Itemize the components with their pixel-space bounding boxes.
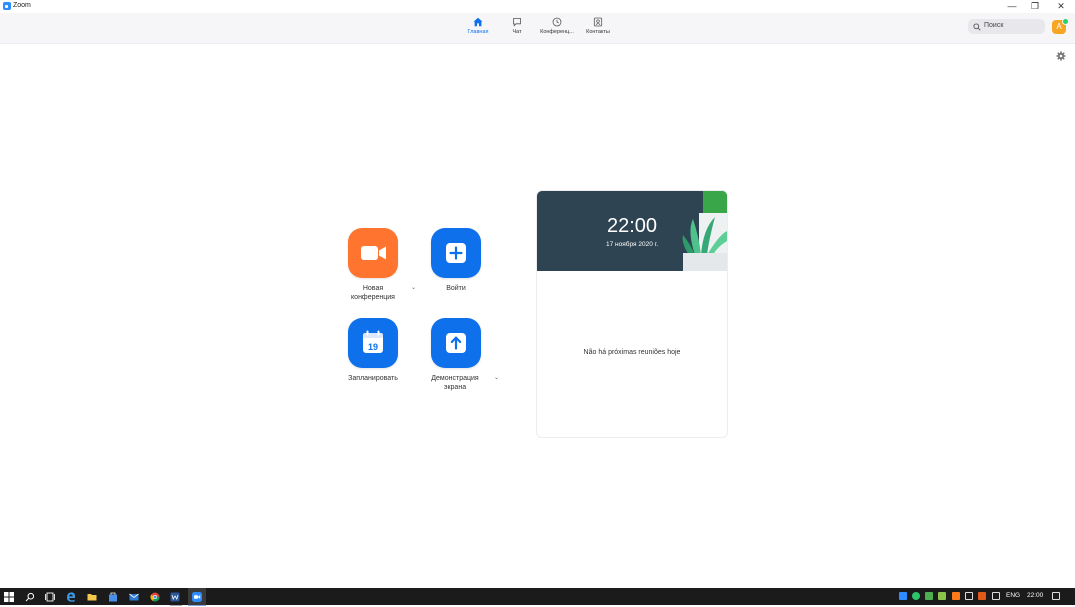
taskbar-explorer-button[interactable] xyxy=(87,588,99,605)
video-camera-icon xyxy=(361,246,386,260)
share-screen-dropdown-chevron-icon[interactable]: ⌄ xyxy=(494,374,499,381)
title-bar: Zoom — ❐ ✕ xyxy=(0,0,1075,13)
schedule-label: Запланировать xyxy=(348,375,398,382)
gear-icon xyxy=(1056,51,1066,61)
tray-clock[interactable]: 22:00 xyxy=(1027,592,1043,599)
taskbar-zoom-button[interactable] xyxy=(188,588,206,606)
tab-chat[interactable]: Чат xyxy=(507,17,527,35)
share-screen-button[interactable] xyxy=(431,318,481,368)
no-meetings-message: Não há próximas reuniões hoje xyxy=(583,349,681,356)
taskbar-chrome-button[interactable] xyxy=(150,588,162,605)
top-nav-bar: Главная Чат Конференц... Контакты Поиск … xyxy=(0,13,1075,44)
search-icon xyxy=(25,592,35,602)
upcoming-meetings-card: 22:00 17 ноября 2020 г. Não há próximas … xyxy=(536,190,728,438)
plus-icon xyxy=(446,243,466,263)
tab-meetings[interactable]: Конференц... xyxy=(536,17,578,35)
online-status-icon xyxy=(1062,18,1069,25)
start-button[interactable] xyxy=(4,588,16,605)
taskbar-edge-button[interactable] xyxy=(66,588,78,605)
tray-warning-icon[interactable] xyxy=(952,592,960,600)
word-icon xyxy=(170,592,180,602)
settings-button[interactable] xyxy=(1056,48,1066,66)
calendar-day: 19 xyxy=(368,342,378,352)
card-header: 22:00 17 ноября 2020 г. xyxy=(537,191,727,271)
chat-icon xyxy=(513,18,521,27)
new-meeting-button[interactable] xyxy=(348,228,398,278)
taskbar-store-button[interactable] xyxy=(108,588,120,605)
tab-home[interactable]: Главная xyxy=(463,17,493,35)
close-button[interactable]: ✕ xyxy=(1048,0,1074,12)
schedule-button[interactable]: 19 xyxy=(348,318,398,368)
action-center-icon[interactable] xyxy=(1052,592,1060,600)
new-meeting-dropdown-chevron-icon[interactable]: ⌄ xyxy=(411,284,416,291)
calendar-icon: 19 xyxy=(363,330,383,353)
clock-icon xyxy=(552,17,562,27)
windows-logo-icon xyxy=(4,592,14,602)
new-meeting-label: Новая конференция xyxy=(351,285,395,301)
tray-monitor-icon[interactable] xyxy=(938,592,946,600)
tray-app-icon[interactable] xyxy=(925,592,933,600)
edge-browser-icon xyxy=(67,592,76,602)
current-date: 17 ноября 2020 г. xyxy=(606,241,658,248)
zoom-app-icon xyxy=(192,592,202,602)
home-icon xyxy=(473,17,483,27)
tray-shield-icon[interactable] xyxy=(912,592,920,600)
search-icon xyxy=(973,22,981,31)
tray-language[interactable]: ENG xyxy=(1006,592,1020,599)
zoom-logo-icon xyxy=(3,2,11,10)
restore-button[interactable]: ❐ xyxy=(1022,0,1048,12)
share-screen-label: Демонстрация экрана xyxy=(431,375,479,391)
taskbar-search-button[interactable] xyxy=(25,588,37,605)
tab-contacts[interactable]: Контакты xyxy=(583,17,613,35)
task-view-button[interactable] xyxy=(45,588,57,605)
tray-volume-icon[interactable] xyxy=(965,592,973,600)
window-title: Zoom xyxy=(13,2,31,9)
tray-zoom-icon[interactable] xyxy=(899,592,907,600)
tab-meetings-label: Конференц... xyxy=(540,29,574,35)
share-arrow-icon xyxy=(446,333,466,353)
mail-icon xyxy=(129,593,139,601)
taskbar-app-button[interactable] xyxy=(129,588,141,605)
join-button[interactable] xyxy=(431,228,481,278)
tray-network-icon[interactable] xyxy=(992,592,1000,600)
store-icon xyxy=(109,592,117,602)
tab-home-label: Главная xyxy=(467,29,489,35)
contacts-icon xyxy=(593,17,603,27)
join-label: Войти xyxy=(446,285,466,292)
search-input[interactable]: Поиск xyxy=(968,19,1045,34)
taskbar-word-button[interactable] xyxy=(170,588,182,606)
chrome-icon xyxy=(150,592,160,602)
windows-taskbar: ENG 22:00 xyxy=(0,588,1075,606)
task-view-icon xyxy=(45,592,55,602)
tab-contacts-label: Контакты xyxy=(586,29,610,35)
search-placeholder: Поиск xyxy=(984,22,1004,29)
tray-speaker-icon[interactable] xyxy=(978,592,986,600)
folder-icon xyxy=(87,594,97,601)
current-time: 22:00 xyxy=(606,215,658,237)
tab-chat-label: Чат xyxy=(512,29,522,35)
